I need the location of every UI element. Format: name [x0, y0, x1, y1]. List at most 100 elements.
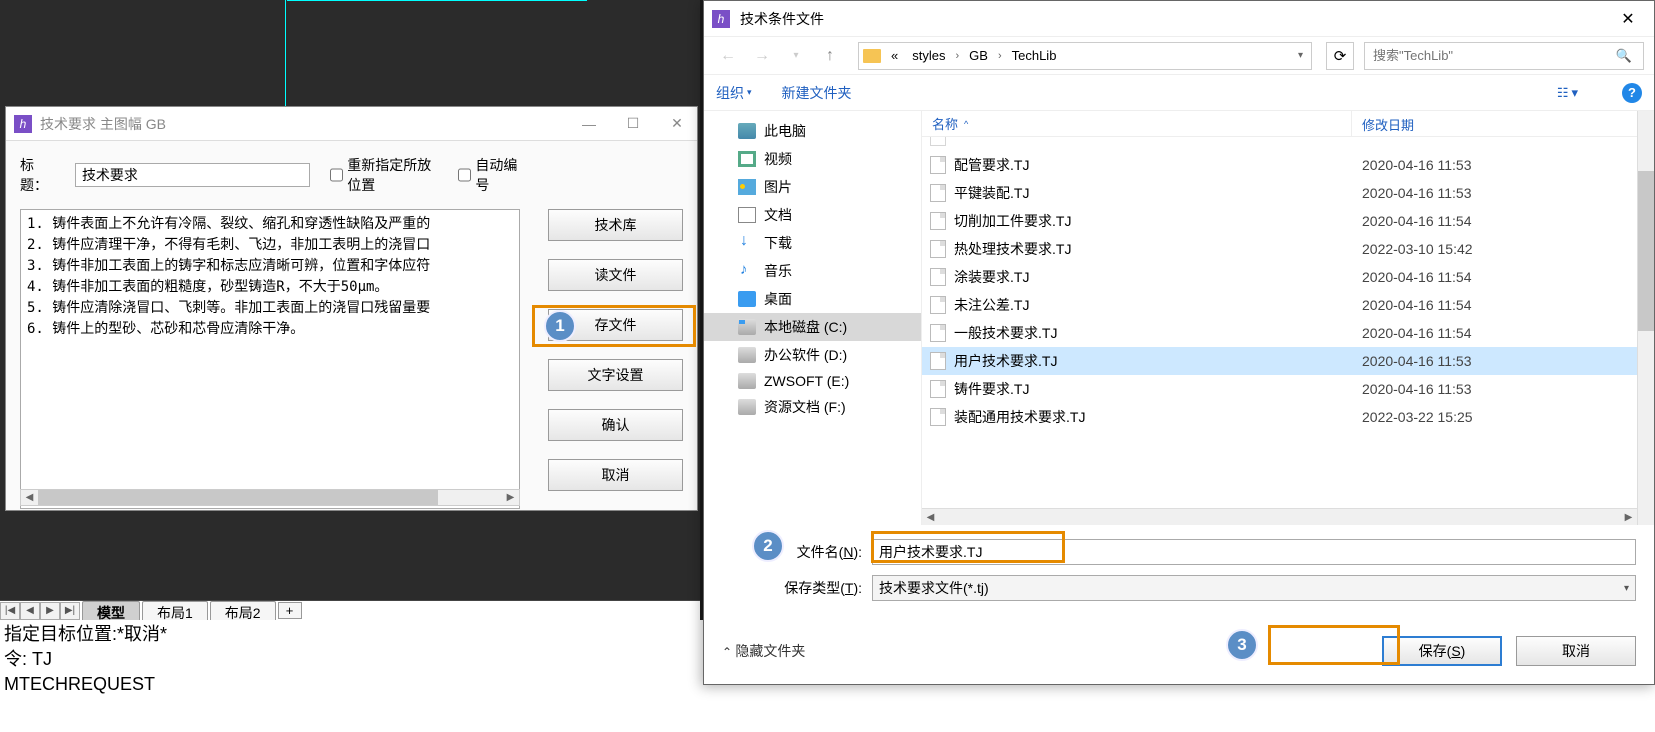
layout-tabstrip: |◀ ◀ ▶ ▶| 模型 布局1 布局2 + — [0, 600, 700, 620]
new-folder-button[interactable]: 新建文件夹 — [782, 83, 852, 103]
tree-drive-f[interactable]: 资源文档 (F:) — [704, 393, 921, 421]
read-file-button[interactable]: 读文件 — [548, 259, 683, 291]
file-list: 配管要求.TJ2020-04-16 11:53平键装配.TJ2020-04-16… — [922, 137, 1654, 511]
tree-video[interactable]: 视频 — [704, 145, 921, 173]
save-dialog-icon: h — [712, 10, 730, 28]
filename-label: 文件名(N): — [722, 542, 872, 562]
hide-folders-toggle[interactable]: 隐藏文件夹 — [722, 641, 805, 661]
tab-nav-prev[interactable]: ◀ — [20, 602, 40, 620]
search-icon[interactable]: 🔍 — [1614, 48, 1634, 64]
app-icon: h — [14, 115, 32, 133]
reposition-checkbox[interactable] — [330, 168, 343, 182]
save-dialog-toolbar: 组织▾ 新建文件夹 ☷ ▾ ? — [704, 75, 1654, 111]
minimize-button[interactable]: — — [577, 112, 601, 136]
file-vscrollbar[interactable] — [1637, 111, 1654, 525]
hscroll-left[interactable]: ◀ — [922, 509, 939, 525]
cad-guide-horizontal — [287, 0, 587, 1]
close-button[interactable]: ✕ — [665, 112, 689, 136]
tab-add[interactable]: + — [278, 602, 302, 619]
textarea-hscrollbar[interactable]: ◀ ▶ — [20, 489, 520, 506]
file-icon — [930, 380, 946, 398]
autonumber-label: 自动编号 — [475, 155, 520, 195]
autonumber-checkbox[interactable] — [458, 168, 471, 182]
nav-forward[interactable]: → — [748, 42, 776, 70]
tab-layout2[interactable]: 布局2 — [210, 601, 276, 620]
requirements-textarea[interactable]: 1. 铸件表面上不允许有冷隔、裂纹、缩孔和穿透性缺陷及严重的 2. 铸件应清理干… — [20, 209, 520, 509]
file-name: 平键装配.TJ — [954, 183, 1354, 203]
text-settings-button[interactable]: 文字设置 — [548, 359, 683, 391]
tab-layout1[interactable]: 布局1 — [142, 601, 208, 620]
tree-desktop[interactable]: 桌面 — [704, 285, 921, 313]
hscroll-right[interactable]: ▶ — [502, 490, 519, 505]
vscroll-thumb[interactable] — [1638, 171, 1654, 331]
file-date: 2020-04-16 11:54 — [1362, 269, 1472, 285]
tree-downloads[interactable]: 下载 — [704, 229, 921, 257]
crumb-techlib[interactable]: TechLib — [1008, 48, 1061, 63]
file-row[interactable]: 涂装要求.TJ2020-04-16 11:54 — [922, 263, 1654, 291]
file-icon — [930, 240, 946, 258]
col-date[interactable]: 修改日期 — [1352, 111, 1654, 136]
maximize-button[interactable]: ☐ — [621, 112, 645, 136]
hscroll-left[interactable]: ◀ — [21, 490, 38, 505]
refresh-button[interactable]: ⟳ — [1326, 42, 1354, 70]
crumb-styles[interactable]: styles — [908, 48, 949, 63]
tree-pictures[interactable]: 图片 — [704, 173, 921, 201]
file-row[interactable]: 铸件要求.TJ2020-04-16 11:53 — [922, 375, 1654, 403]
cancel-save-button[interactable]: 取消 — [1516, 636, 1636, 666]
file-row[interactable]: 平键装配.TJ2020-04-16 11:53 — [922, 179, 1654, 207]
addr-dropdown[interactable]: ▾ — [1294, 50, 1307, 61]
file-icon — [930, 184, 946, 202]
tab-nav-last[interactable]: ▶| — [60, 602, 80, 620]
crumb-sep-2: › — [998, 50, 1002, 62]
file-row[interactable]: 一般技术要求.TJ2020-04-16 11:54 — [922, 319, 1654, 347]
tech-library-button[interactable]: 技术库 — [548, 209, 683, 241]
tree-drive-d[interactable]: 办公软件 (D:) — [704, 341, 921, 369]
file-row[interactable]: 切削加工件要求.TJ2020-04-16 11:54 — [922, 207, 1654, 235]
tree-documents[interactable]: 文档 — [704, 201, 921, 229]
ok-button[interactable]: 确认 — [548, 409, 683, 441]
file-row[interactable]: 热处理技术要求.TJ2022-03-10 15:42 — [922, 235, 1654, 263]
nav-up[interactable]: ↑ — [816, 42, 844, 70]
col-name[interactable]: 名称^ — [922, 111, 1352, 136]
save-dialog-title: 技术条件文件 — [740, 9, 1610, 29]
tab-nav-first[interactable]: |◀ — [0, 602, 20, 620]
view-mode-button[interactable]: ☷ ▾ — [1557, 85, 1578, 101]
file-name: 一般技术要求.TJ — [954, 323, 1354, 343]
file-hscrollbar[interactable]: ◀ ▶ — [922, 508, 1637, 525]
save-dialog-close[interactable]: ✕ — [1610, 4, 1646, 34]
save-button[interactable]: 保存(S) — [1382, 636, 1502, 666]
callout-1: 1 — [544, 310, 576, 342]
tab-nav-next[interactable]: ▶ — [40, 602, 60, 620]
address-bar[interactable]: « styles › GB › TechLib ▾ — [858, 42, 1312, 70]
file-icon — [930, 212, 946, 230]
file-row[interactable]: 未注公差.TJ2020-04-16 11:54 — [922, 291, 1654, 319]
cancel-button[interactable]: 取消 — [548, 459, 683, 491]
tab-model[interactable]: 模型 — [82, 601, 140, 620]
file-row[interactable]: 配管要求.TJ2020-04-16 11:53 — [922, 151, 1654, 179]
file-row[interactable]: 装配通用技术要求.TJ2022-03-22 15:25 — [922, 403, 1654, 431]
callout-3: 3 — [1226, 629, 1258, 661]
tree-this-pc[interactable]: 此电脑 — [704, 117, 921, 145]
file-name: 铸件要求.TJ — [954, 379, 1354, 399]
cad-guide-vertical — [285, 0, 286, 114]
file-row[interactable]: 用户技术要求.TJ2020-04-16 11:53 — [922, 347, 1654, 375]
title-input[interactable] — [75, 163, 310, 187]
filetype-select[interactable]: 技术要求文件(*.tj)▾ — [872, 575, 1636, 601]
file-name: 配管要求.TJ — [954, 155, 1354, 175]
help-button[interactable]: ? — [1622, 83, 1642, 103]
file-row-cut[interactable] — [922, 137, 1654, 151]
nav-recent-dd[interactable]: ▾ — [782, 42, 810, 70]
filename-input[interactable] — [872, 539, 1636, 565]
crumb-gb[interactable]: GB — [965, 48, 992, 63]
organize-button[interactable]: 组织▾ — [716, 83, 752, 103]
crumb-prefix: « — [887, 48, 902, 63]
nav-back[interactable]: ← — [714, 42, 742, 70]
dialog-titlebar: h 技术要求 主图幅 GB — ☐ ✕ — [6, 107, 697, 141]
file-icon — [930, 408, 946, 426]
tree-drive-e[interactable]: ZWSOFT (E:) — [704, 369, 921, 393]
tree-drive-c[interactable]: 本地磁盘 (C:) — [704, 313, 921, 341]
search-input[interactable] — [1364, 42, 1644, 70]
hscroll-thumb[interactable] — [38, 490, 438, 505]
tree-music[interactable]: 音乐 — [704, 257, 921, 285]
hscroll-right[interactable]: ▶ — [1620, 509, 1637, 525]
